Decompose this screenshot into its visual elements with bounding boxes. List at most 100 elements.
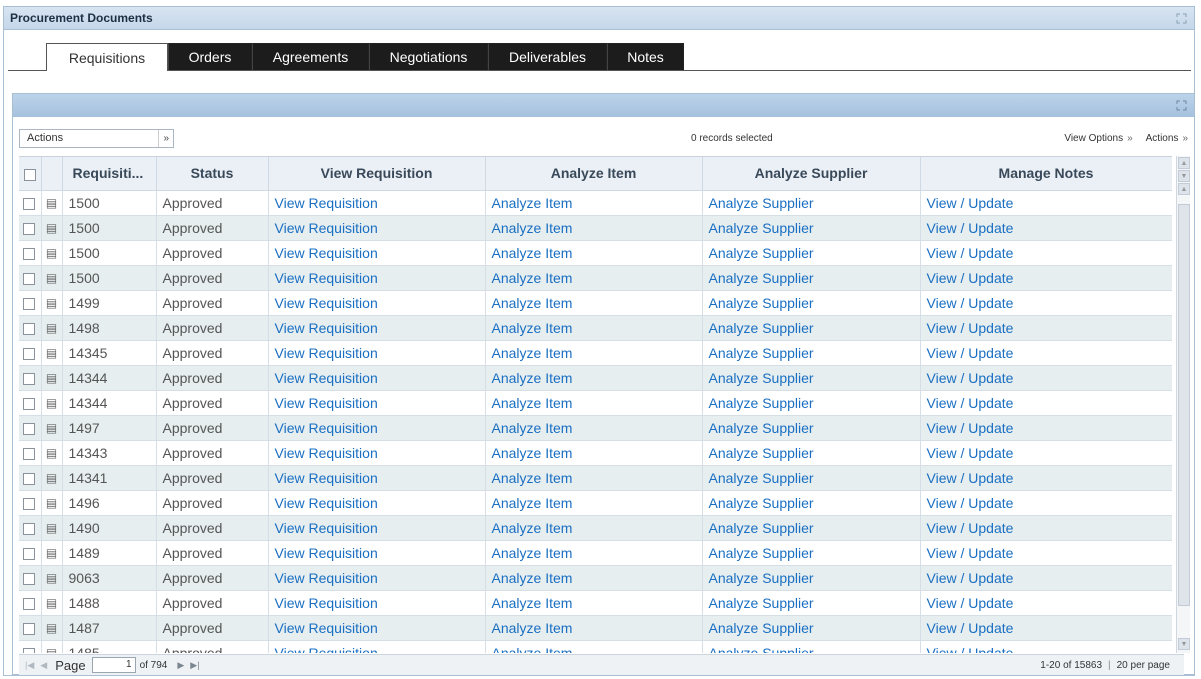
vertical-scrollbar[interactable]: ▲ ▼ ▲ ▼	[1176, 156, 1190, 653]
scroll-up-arrow-icon[interactable]: ▲	[1178, 183, 1190, 195]
row-detail-icon[interactable]: ▤	[41, 215, 63, 241]
view-update-notes-link[interactable]: View / Update	[927, 195, 1014, 211]
row-detail-icon[interactable]: ▤	[41, 190, 63, 216]
maximize-icon[interactable]	[1174, 11, 1188, 25]
scroll-down-arrow-icon[interactable]: ▼	[1178, 638, 1190, 650]
actions-dropdown[interactable]: Actions »	[1146, 133, 1188, 144]
analyze-supplier-link[interactable]: Analyze Supplier	[709, 395, 814, 411]
per-page-select[interactable]: 20 per page	[1117, 660, 1170, 671]
analyze-item-link[interactable]: Analyze Item	[492, 345, 573, 361]
row-checkbox[interactable]	[23, 547, 35, 560]
analyze-supplier-link[interactable]: Analyze Supplier	[709, 370, 814, 386]
tab-orders[interactable]: Orders	[168, 43, 252, 70]
analyze-supplier-link[interactable]: Analyze Supplier	[709, 595, 814, 611]
row-checkbox[interactable]	[23, 347, 35, 360]
analyze-item-link[interactable]: Analyze Item	[492, 320, 573, 336]
view-requisition-link[interactable]: View Requisition	[275, 445, 378, 461]
column-header-manage-notes[interactable]: Manage Notes	[920, 157, 1172, 191]
row-detail-icon[interactable]: ▤	[41, 340, 63, 366]
table-row[interactable]: ▤ 14345 Approved View Requisition Analyze It…	[19, 340, 1172, 366]
view-update-notes-link[interactable]: View / Update	[927, 420, 1014, 436]
column-header-view-requisition[interactable]: View Requisition	[268, 157, 486, 191]
row-detail-icon[interactable]: ▤	[41, 565, 63, 591]
analyze-item-link[interactable]: Analyze Item	[492, 520, 573, 536]
row-detail-icon[interactable]: ▤	[41, 365, 63, 391]
view-update-notes-link[interactable]: View / Update	[927, 545, 1014, 561]
first-page-icon[interactable]: |◀	[25, 660, 34, 671]
analyze-item-link[interactable]: Analyze Item	[492, 570, 573, 586]
view-update-notes-link[interactable]: View / Update	[927, 345, 1014, 361]
view-update-notes-link[interactable]: View / Update	[927, 320, 1014, 336]
table-row[interactable]: ▤ 1500 Approved View Requisition Analyze Ite…	[19, 265, 1172, 291]
analyze-item-link[interactable]: Analyze Item	[492, 245, 573, 261]
scroll-up-arrow-icon[interactable]: ▲	[1178, 157, 1190, 169]
analyze-supplier-link[interactable]: Analyze Supplier	[709, 495, 814, 511]
row-detail-icon[interactable]: ▤	[41, 465, 63, 491]
analyze-supplier-link[interactable]: Analyze Supplier	[709, 245, 814, 261]
table-row[interactable]: ▤ 1500 Approved View Requisition Analyze Ite…	[19, 215, 1172, 241]
analyze-supplier-link[interactable]: Analyze Supplier	[709, 445, 814, 461]
column-header-requisition[interactable]: Requisiti...	[62, 157, 157, 191]
row-checkbox[interactable]	[23, 522, 35, 535]
row-checkbox[interactable]	[23, 397, 35, 410]
view-requisition-link[interactable]: View Requisition	[275, 545, 378, 561]
row-detail-icon[interactable]: ▤	[41, 440, 63, 466]
analyze-item-link[interactable]: Analyze Item	[492, 270, 573, 286]
view-update-notes-link[interactable]: View / Update	[927, 295, 1014, 311]
select-all-checkbox[interactable]	[23, 168, 36, 181]
last-page-icon[interactable]: ▶|	[190, 660, 199, 671]
analyze-supplier-link[interactable]: Analyze Supplier	[709, 270, 814, 286]
row-checkbox[interactable]	[23, 322, 35, 335]
view-requisition-link[interactable]: View Requisition	[275, 270, 378, 286]
row-detail-icon[interactable]: ▤	[41, 540, 63, 566]
maximize-icon[interactable]	[1174, 99, 1188, 113]
table-row[interactable]: ▤ 14343 Approved View Requisition Analyze It…	[19, 440, 1172, 466]
tab-negotiations[interactable]: Negotiations	[369, 43, 488, 70]
view-requisition-link[interactable]: View Requisition	[275, 220, 378, 236]
analyze-supplier-link[interactable]: Analyze Supplier	[709, 545, 814, 561]
view-update-notes-link[interactable]: View / Update	[927, 620, 1014, 636]
analyze-item-link[interactable]: Analyze Item	[492, 620, 573, 636]
table-row[interactable]: ▤ 1496 Approved View Requisition Analyze Ite…	[19, 490, 1172, 516]
table-row[interactable]: ▤ 1488 Approved View Requisition Analyze Ite…	[19, 590, 1172, 616]
view-update-notes-link[interactable]: View / Update	[927, 370, 1014, 386]
tab-agreements[interactable]: Agreements	[252, 43, 369, 70]
row-detail-icon[interactable]: ▤	[41, 415, 63, 441]
view-update-notes-link[interactable]: View / Update	[927, 595, 1014, 611]
analyze-item-link[interactable]: Analyze Item	[492, 395, 573, 411]
analyze-item-link[interactable]: Analyze Item	[492, 370, 573, 386]
table-row[interactable]: ▤ 1499 Approved View Requisition Analyze Ite…	[19, 290, 1172, 316]
row-detail-icon[interactable]: ▤	[41, 390, 63, 416]
analyze-item-link[interactable]: Analyze Item	[492, 545, 573, 561]
view-requisition-link[interactable]: View Requisition	[275, 195, 378, 211]
analyze-supplier-link[interactable]: Analyze Supplier	[709, 570, 814, 586]
column-header-analyze-item[interactable]: Analyze Item	[485, 157, 703, 191]
scroll-down-arrow-icon[interactable]: ▼	[1178, 170, 1190, 182]
row-checkbox[interactable]	[23, 247, 35, 260]
view-update-notes-link[interactable]: View / Update	[927, 445, 1014, 461]
view-requisition-link[interactable]: View Requisition	[275, 570, 378, 586]
view-update-notes-link[interactable]: View / Update	[927, 645, 1014, 654]
row-detail-icon[interactable]: ▤	[41, 640, 63, 653]
view-requisition-link[interactable]: View Requisition	[275, 620, 378, 636]
row-detail-icon[interactable]: ▤	[41, 590, 63, 616]
row-checkbox[interactable]	[23, 572, 35, 585]
view-requisition-link[interactable]: View Requisition	[275, 370, 378, 386]
column-header-status[interactable]: Status	[156, 157, 269, 191]
row-detail-icon[interactable]: ▤	[41, 290, 63, 316]
view-requisition-link[interactable]: View Requisition	[275, 395, 378, 411]
tab-deliverables[interactable]: Deliverables	[488, 43, 607, 70]
row-checkbox[interactable]	[23, 372, 35, 385]
view-requisition-link[interactable]: View Requisition	[275, 470, 378, 486]
view-requisition-link[interactable]: View Requisition	[275, 420, 378, 436]
actions-select[interactable]: Actions »	[19, 128, 174, 148]
analyze-supplier-link[interactable]: Analyze Supplier	[709, 320, 814, 336]
table-row[interactable]: ▤ 1487 Approved View Requisition Analyze Ite…	[19, 615, 1172, 641]
analyze-item-link[interactable]: Analyze Item	[492, 195, 573, 211]
view-update-notes-link[interactable]: View / Update	[927, 570, 1014, 586]
table-row[interactable]: ▤ 14344 Approved View Requisition Analyze It…	[19, 365, 1172, 391]
view-update-notes-link[interactable]: View / Update	[927, 245, 1014, 261]
table-row[interactable]: ▤ 9063 Approved View Requisition Analyze Ite…	[19, 565, 1172, 591]
view-requisition-link[interactable]: View Requisition	[275, 495, 378, 511]
analyze-supplier-link[interactable]: Analyze Supplier	[709, 345, 814, 361]
